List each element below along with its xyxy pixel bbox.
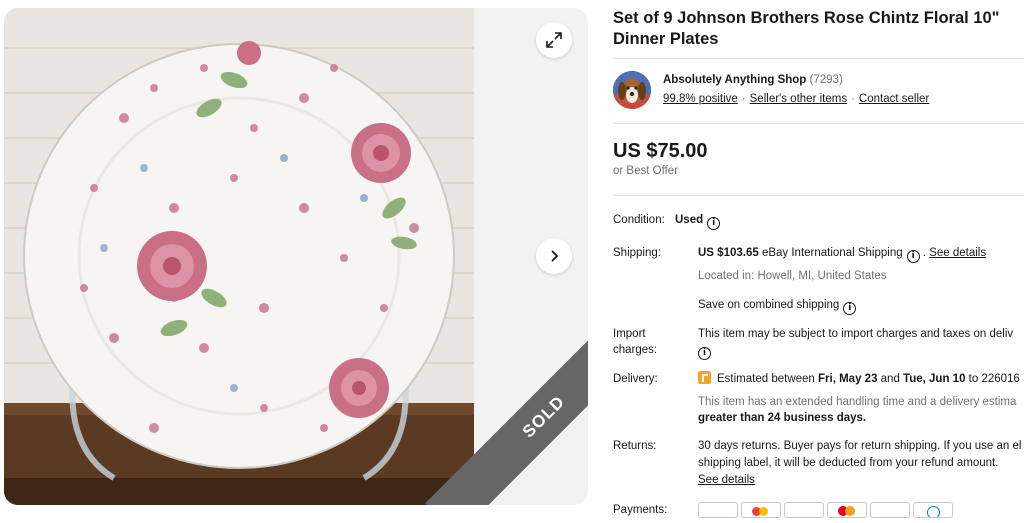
listing-title: Set of 9 Johnson Brothers Rose Chintz Fl… [613, 8, 1024, 50]
listing-details: Set of 9 Johnson Brothers Rose Chintz Fl… [613, 0, 1024, 518]
image-gallery: SOLD [4, 8, 588, 505]
price: US $75.00 [613, 140, 708, 162]
shipping-label: Shipping: [613, 247, 661, 259]
returns-label: Returns: [613, 440, 657, 452]
payments-label: Payments: [613, 504, 668, 516]
delivery-and: and [877, 373, 904, 385]
paypal-icon [698, 502, 738, 518]
divider [613, 195, 1024, 196]
delivery-to-date: Tue, Jun 10 [903, 373, 966, 385]
delivery-estimate: Estimated between Fri, May 23 and Tue, J… [698, 371, 1020, 387]
dog-avatar-icon [613, 71, 651, 109]
import-label-line-2: charges: [613, 344, 658, 356]
shipping-price: US $103.65 [698, 247, 759, 259]
import-charges-text: This item may be subject to import charg… [698, 328, 1014, 340]
condition-value: Used i [675, 212, 721, 230]
divider [613, 58, 1024, 59]
sold-label: SOLD [518, 391, 569, 442]
separator-dot: · [851, 93, 855, 105]
delivery-from-date: Fri, May 23 [818, 373, 878, 385]
seller-links: 99.8% positive · Seller's other items · Cont… [663, 93, 929, 105]
delivery-truck-icon [698, 371, 711, 384]
shipping-value: US $103.65 eBay International Shipping i … [698, 247, 987, 263]
delivery-label: Delivery: [613, 373, 658, 385]
shipping-see-details-link[interactable]: See details [929, 247, 986, 259]
handling-time-days: greater than 24 business days. [698, 412, 867, 424]
payment-methods [698, 502, 956, 523]
delivery-prefix: Estimated between [717, 373, 819, 385]
seller-avatar[interactable] [613, 71, 651, 109]
condition-label: Condition: [613, 214, 665, 226]
googlepay-icon [741, 502, 781, 518]
visa-icon [784, 502, 824, 518]
returns-see-details-link[interactable]: See details [698, 472, 755, 488]
diners-club-icon [913, 502, 953, 518]
condition-text: Used [675, 214, 704, 226]
seller-feedback-count: (7293) [809, 74, 843, 86]
combined-shipping-text: Save on combined shipping [698, 299, 840, 311]
located-in: Located in: Howell, MI, United States [698, 270, 887, 282]
shipping-method: eBay International Shipping [761, 247, 903, 259]
info-icon[interactable]: i [906, 250, 920, 263]
sellers-other-items-link[interactable]: Seller's other items [750, 93, 847, 105]
info-icon[interactable]: i [698, 347, 711, 360]
handling-time-note: This item has an extended handling time … [698, 396, 1017, 408]
returns-line-1: 30 days returns. Buyer pays for return s… [698, 440, 1022, 452]
chevron-right-icon [551, 250, 559, 262]
seller-info: Absolutely Anything Shop (7293) [663, 74, 843, 86]
best-offer-note: or Best Offer [613, 165, 678, 177]
listing-title-line-1: Set of 9 Johnson Brothers Rose Chintz Fl… [613, 9, 1000, 27]
contact-seller-link[interactable]: Contact seller [859, 93, 929, 105]
info-icon[interactable]: i [707, 217, 721, 230]
discover-icon [870, 502, 910, 518]
combined-shipping: Save on combined shipping i [698, 297, 857, 315]
product-photo[interactable] [4, 8, 474, 505]
positive-feedback-link[interactable]: 99.8% positive [663, 93, 738, 105]
mastercard-icon [827, 502, 867, 518]
delivery-zip: to 226016 [965, 373, 1020, 385]
returns-line-2: shipping label, it will be deducted from… [698, 457, 999, 469]
import-charges-label: Import charges: [613, 326, 657, 358]
import-info: i [698, 342, 711, 360]
next-image-button[interactable] [536, 238, 572, 274]
info-icon[interactable]: i [843, 302, 857, 315]
seller-name[interactable]: Absolutely Anything Shop [663, 74, 806, 86]
divider [613, 123, 1024, 124]
import-label-line-1: Import [613, 328, 646, 340]
separator-dot: · [741, 93, 746, 105]
expand-icon [546, 32, 562, 48]
expand-image-button[interactable] [536, 22, 572, 58]
listing-title-line-2: Dinner Plates [613, 30, 719, 48]
